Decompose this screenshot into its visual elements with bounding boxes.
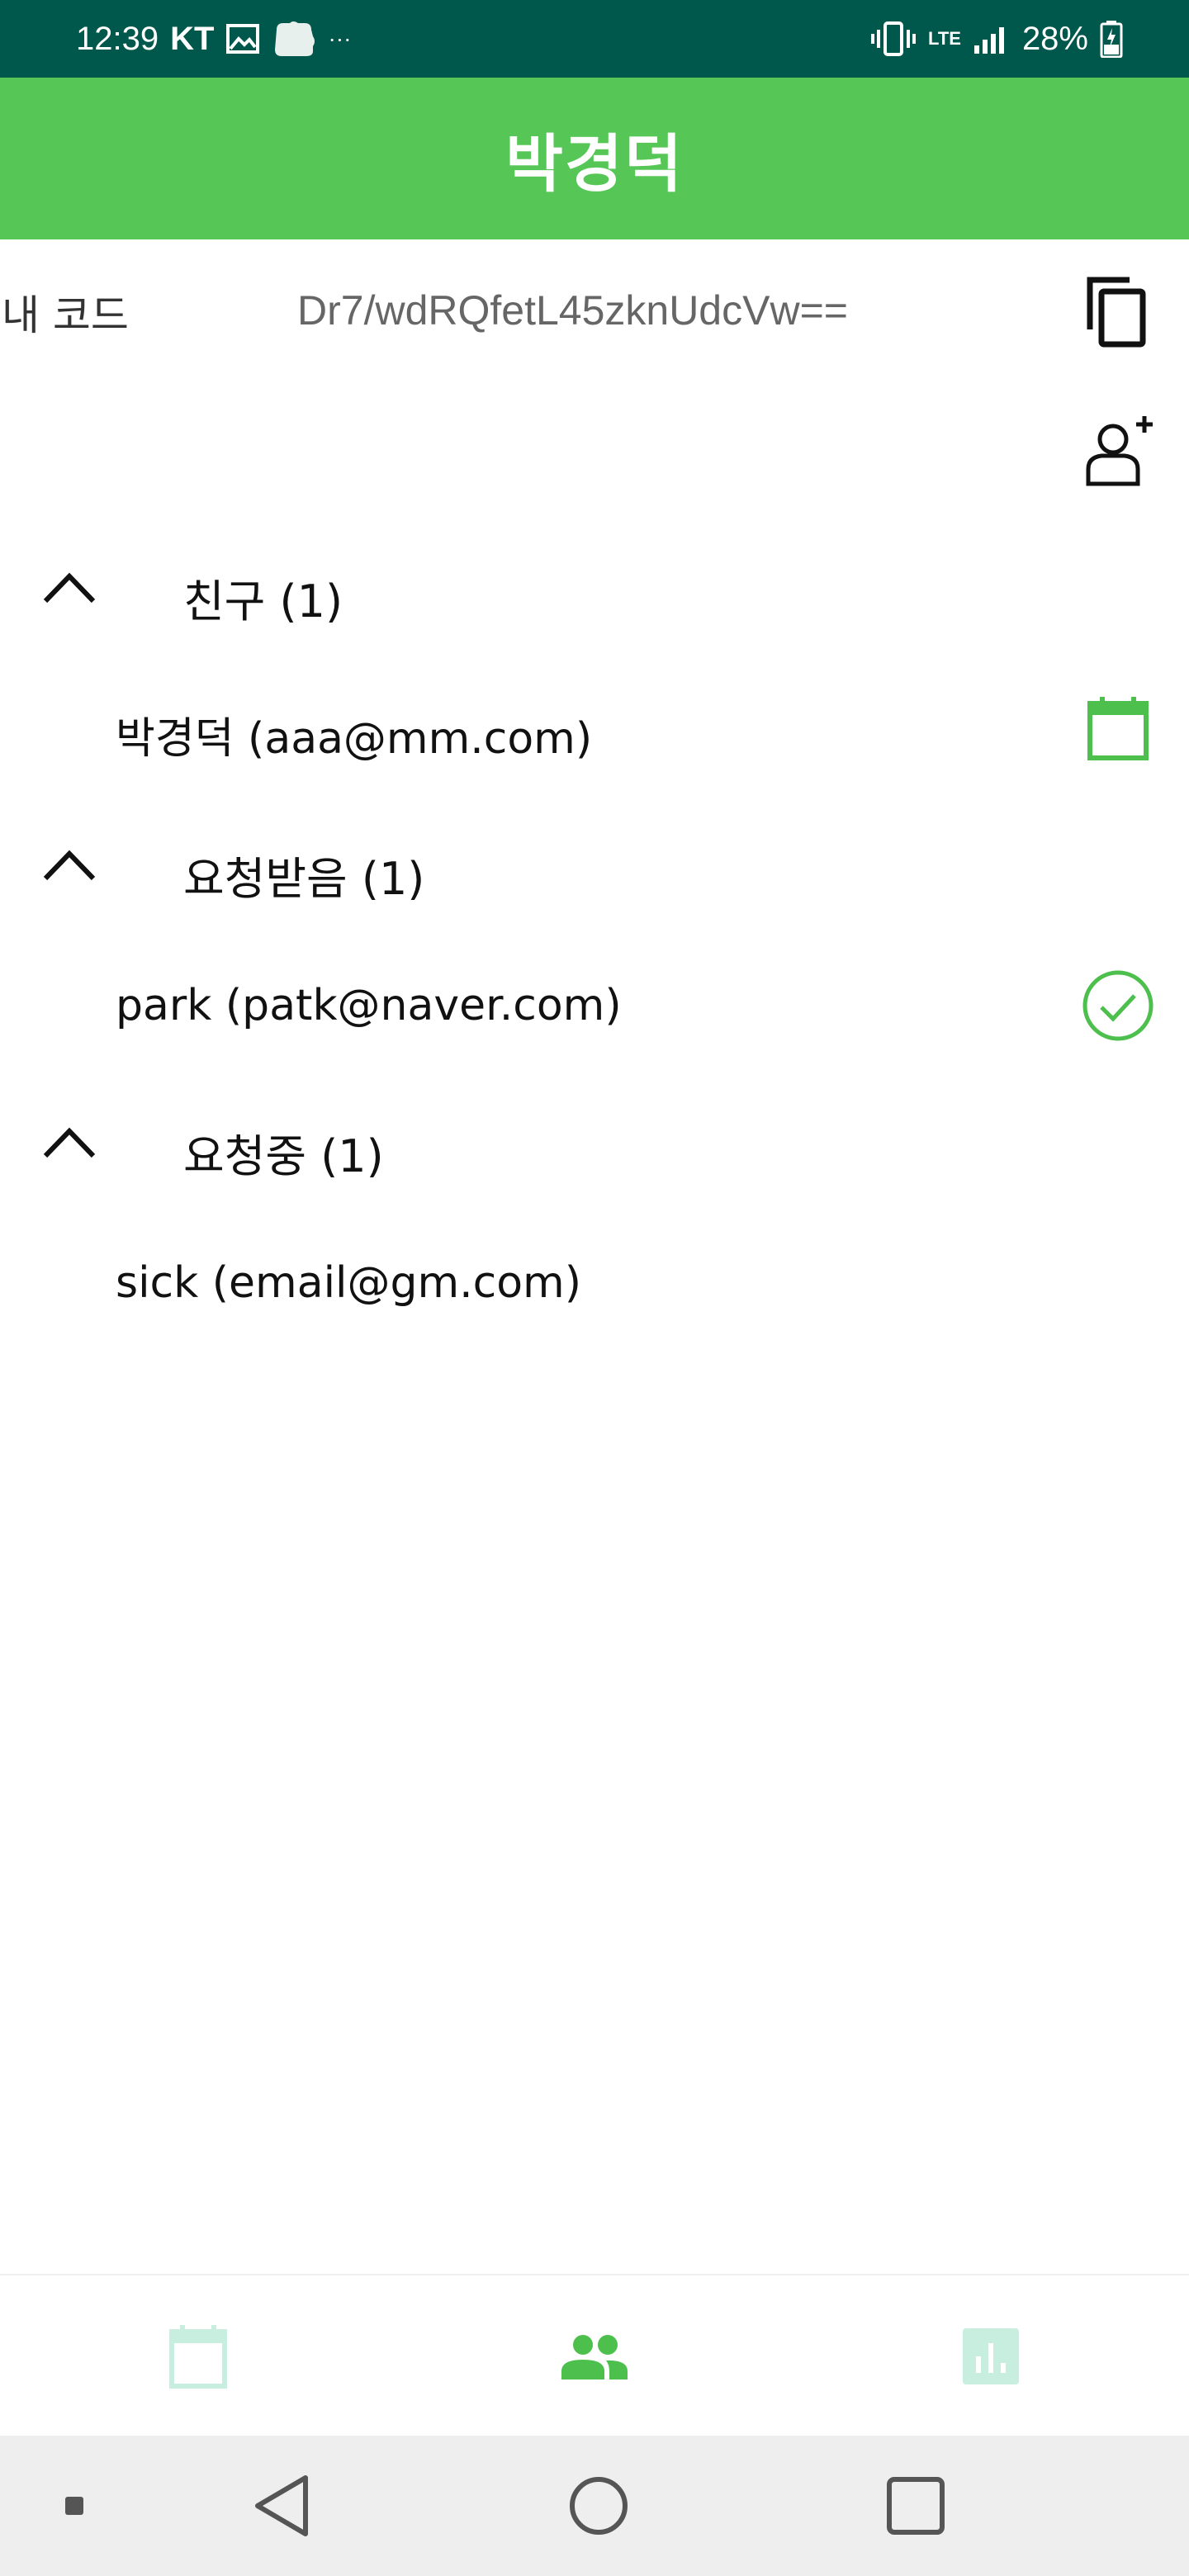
- dot-icon: [65, 2497, 83, 2515]
- more-notifications: ···: [328, 26, 352, 51]
- list-item[interactable]: sick (email@gm.com): [0, 1232, 1189, 1331]
- request-name: park (patk@naver.com): [116, 981, 622, 1030]
- calendar-icon: [1087, 697, 1149, 760]
- status-carrier: KT: [170, 20, 215, 57]
- app-bar: 박경덕: [0, 78, 1189, 239]
- section-pending-title: 요청중 (1): [183, 1130, 384, 1182]
- small-dot-button[interactable]: [58, 2436, 91, 2576]
- network-type: LTE: [928, 28, 961, 49]
- my-code-label: 내 코드: [2, 291, 129, 339]
- home-button[interactable]: [561, 2436, 636, 2576]
- section-pending-header[interactable]: 요청중 (1): [0, 1093, 1189, 1192]
- copy-icon: [1087, 277, 1146, 348]
- chevron-up-icon[interactable]: [38, 1120, 101, 1166]
- nav-friends[interactable]: [396, 2275, 793, 2437]
- page-title: 박경덕: [505, 127, 684, 201]
- section-received-header[interactable]: 요청받음 (1): [0, 816, 1189, 915]
- calendar-button[interactable]: [1078, 689, 1158, 768]
- list-item[interactable]: park (patk@naver.com): [0, 954, 1189, 1054]
- nav-calendar[interactable]: [0, 2275, 396, 2437]
- gallery-icon: [225, 22, 260, 55]
- accept-button[interactable]: [1078, 966, 1158, 1045]
- chevron-up-icon[interactable]: [38, 565, 101, 611]
- back-button[interactable]: [244, 2436, 319, 2576]
- status-bar: 12:39 KT ··· LTE 28%: [0, 0, 1189, 78]
- people-icon: [561, 2335, 628, 2379]
- calendar-icon: [169, 2325, 227, 2389]
- vibrate-icon: [870, 20, 917, 58]
- section-received-title: 요청받음 (1): [183, 853, 425, 905]
- battery-percent: 28%: [1021, 20, 1088, 57]
- list-item[interactable]: 박경덕 (aaa@mm.com): [0, 677, 1189, 776]
- nav-stats[interactable]: [793, 2275, 1189, 2437]
- pending-name: sick (email@gm.com): [116, 1258, 582, 1308]
- section-friends-title: 친구 (1): [183, 575, 343, 627]
- section-friends-header[interactable]: 친구 (1): [0, 538, 1189, 637]
- chart-icon: [963, 2328, 1019, 2384]
- chevron-up-icon[interactable]: [38, 842, 101, 888]
- cloud-app-icon: [272, 20, 316, 58]
- my-code-value: Dr7/wdRQfetL45zknUdcVw==: [297, 287, 848, 334]
- copy-button[interactable]: [1077, 272, 1156, 352]
- home-circle-icon: [570, 2477, 628, 2535]
- check-circle-icon: [1082, 970, 1153, 1041]
- back-triangle-icon: [255, 2475, 308, 2536]
- add-person-icon: [1086, 416, 1153, 486]
- friend-name: 박경덕 (aaa@mm.com): [116, 714, 593, 764]
- recents-button[interactable]: [879, 2436, 953, 2576]
- signal-icon: [973, 22, 1011, 55]
- status-time: 12:39: [76, 20, 159, 57]
- system-navigation-bar: [0, 2436, 1189, 2576]
- bottom-navigation: [0, 2274, 1189, 2436]
- battery-icon: [1100, 20, 1123, 58]
- recents-square-icon: [887, 2477, 945, 2535]
- add-friend-button[interactable]: [1077, 408, 1163, 494]
